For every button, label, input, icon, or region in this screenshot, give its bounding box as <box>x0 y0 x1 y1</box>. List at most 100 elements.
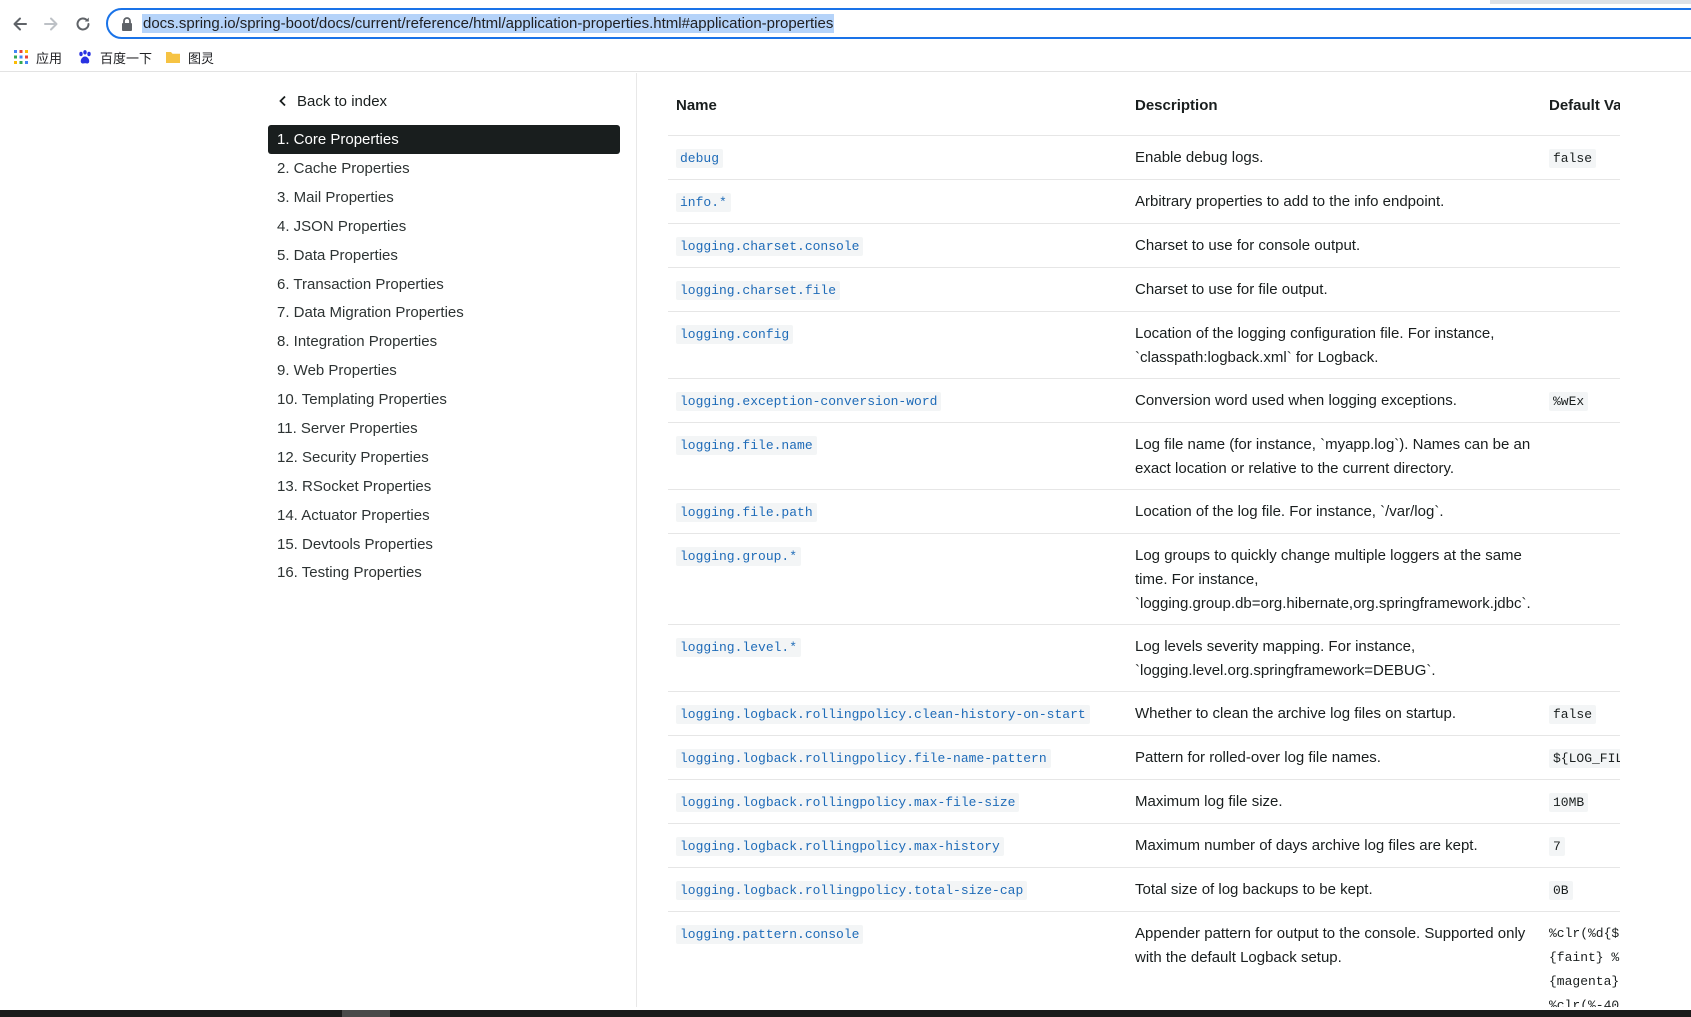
back-label: Back to index <box>297 92 388 110</box>
lock-icon <box>122 17 132 31</box>
toc-item-web[interactable]: 9. Web Properties <box>268 356 620 385</box>
property-description: Enable debug logs. <box>1127 135 1541 180</box>
docs-page: Back to index 1. Core Properties 2. Cach… <box>0 73 1691 1007</box>
sidebar: Back to index 1. Core Properties 2. Cach… <box>268 73 636 1007</box>
toc-item-transaction[interactable]: 6. Transaction Properties <box>268 270 620 299</box>
property-name-link[interactable]: logging.logback.rollingpolicy.clean-hist… <box>676 704 1090 724</box>
property-name-link[interactable]: logging.charset.console <box>676 236 864 256</box>
property-name-link[interactable]: logging.logback.rollingpolicy.max-file-s… <box>676 792 1020 812</box>
back-arrow-icon[interactable] <box>5 9 35 39</box>
property-description: Log levels severity mapping. For instanc… <box>1127 624 1541 692</box>
property-description: Pattern for rolled-over log file names. <box>1127 735 1541 780</box>
property-name-link[interactable]: logging.logback.rollingpolicy.total-size… <box>676 880 1028 900</box>
property-default-cell <box>1541 624 1620 692</box>
bookmark-label: 图灵 <box>188 50 215 66</box>
property-name-cell: logging.logback.rollingpolicy.clean-hist… <box>668 691 1127 736</box>
property-name-link[interactable]: logging.config <box>676 324 794 344</box>
toc-item-cache[interactable]: 2. Cache Properties <box>268 154 620 183</box>
bookmarks-bar: 应用 百度一下 图灵 <box>0 42 1691 72</box>
property-default-cell <box>1541 422 1620 490</box>
url-text[interactable]: docs.spring.io/spring-boot/docs/current/… <box>142 14 835 33</box>
table-row: logging.pattern.console Appender pattern … <box>668 911 1620 1007</box>
toc-item-actuator[interactable]: 14. Actuator Properties <box>268 501 620 530</box>
property-name-link[interactable]: logging.logback.rollingpolicy.file-name-… <box>676 748 1051 768</box>
baidu-paw-icon <box>79 50 91 64</box>
bookmark-tuling[interactable]: 图灵 <box>165 47 214 67</box>
toc-item-devtools[interactable]: 15. Devtools Properties <box>268 530 620 559</box>
address-bar[interactable]: docs.spring.io/spring-boot/docs/current/… <box>106 8 1691 39</box>
toc-item-security[interactable]: 12. Security Properties <box>268 443 620 472</box>
property-description: Charset to use for console output. <box>1127 223 1541 268</box>
table-row: logging.file.path Location of the log fil… <box>668 489 1620 534</box>
properties-content: Name Description Default Va debug Enable … <box>668 73 1620 1007</box>
property-name-link[interactable]: logging.file.name <box>676 435 817 455</box>
toc-item-server[interactable]: 11. Server Properties <box>268 414 620 443</box>
property-name-link[interactable]: logging.level.* <box>676 637 802 657</box>
property-name-link[interactable]: logging.group.* <box>676 546 802 566</box>
property-default-cell <box>1541 223 1620 268</box>
bookmark-label: 应用 <box>36 50 63 66</box>
property-name-cell: logging.config <box>668 311 1127 379</box>
back-to-index-link[interactable]: Back to index <box>278 91 387 111</box>
property-default-cell: 10MB <box>1541 779 1620 824</box>
property-name-cell: logging.logback.rollingpolicy.max-file-s… <box>668 779 1127 824</box>
table-row: logging.config Location of the logging co… <box>668 311 1620 379</box>
property-default-line: %clr(%-40 <box>1549 997 1620 1008</box>
toc-item-mail[interactable]: 3. Mail Properties <box>268 183 620 212</box>
toc-item-rsocket[interactable]: 13. RSocket Properties <box>268 472 620 501</box>
property-name-link[interactable]: logging.charset.file <box>676 280 841 300</box>
scrollbar-thumb[interactable] <box>342 1010 390 1017</box>
property-default-cell <box>1541 179 1620 224</box>
property-name-cell: info.* <box>668 179 1127 224</box>
header-description: Description <box>1127 73 1541 136</box>
apps-grid-icon <box>14 50 28 64</box>
table-row: logging.file.name Log file name (for inst… <box>668 422 1620 490</box>
property-name-link[interactable]: logging.pattern.console <box>676 924 864 944</box>
forward-arrow-icon[interactable] <box>36 9 66 39</box>
property-name-cell: logging.group.* <box>668 533 1127 625</box>
property-default-line: %clr(%d{$ <box>1549 925 1620 941</box>
property-default-value: 10MB <box>1549 792 1589 812</box>
property-default-cell <box>1541 533 1620 625</box>
horizontal-scrollbar[interactable] <box>0 1010 1691 1017</box>
property-name-cell: debug <box>668 135 1127 180</box>
property-description: Log groups to quickly change multiple lo… <box>1127 533 1541 625</box>
property-name-link[interactable]: logging.logback.rollingpolicy.max-histor… <box>676 836 1004 856</box>
bookmark-label: 百度一下 <box>100 50 153 66</box>
property-name-cell: logging.level.* <box>668 624 1127 692</box>
property-default-cell <box>1541 311 1620 379</box>
property-description: Log file name (for instance, `myapp.log`… <box>1127 422 1541 490</box>
toc-item-integration[interactable]: 8. Integration Properties <box>268 327 620 356</box>
property-description: Location of the log file. For instance, … <box>1127 489 1541 534</box>
property-default-cell: %wEx <box>1541 378 1620 423</box>
property-default-cell: ${LOG_FIL <box>1541 735 1620 780</box>
property-name-link[interactable]: debug <box>676 148 724 168</box>
toc-list: 1. Core Properties 2. Cache Properties 3… <box>268 125 620 587</box>
property-default-cell: %clr(%d{${faint} %{magenta}%clr(%-40%m%n… <box>1541 911 1620 1007</box>
property-name-cell: logging.exception-conversion-word <box>668 378 1127 423</box>
bookmark-apps[interactable]: 应用 <box>13 47 62 67</box>
toc-item-json[interactable]: 4. JSON Properties <box>268 212 620 241</box>
property-name-link[interactable]: logging.file.path <box>676 502 817 522</box>
table-row: logging.logback.rollingpolicy.file-name-… <box>668 735 1620 780</box>
property-default-value: ${LOG_FIL <box>1549 748 1620 768</box>
property-name-link[interactable]: logging.exception-conversion-word <box>676 391 942 411</box>
reload-icon[interactable] <box>68 9 98 39</box>
bookmark-baidu[interactable]: 百度一下 <box>77 47 152 67</box>
property-name-link[interactable]: info.* <box>676 192 731 212</box>
property-name-cell: logging.file.name <box>668 422 1127 490</box>
toc-item-templating[interactable]: 10. Templating Properties <box>268 385 620 414</box>
property-name-cell: logging.charset.file <box>668 267 1127 312</box>
table-row: info.* Arbitrary properties to add to the… <box>668 179 1620 224</box>
toc-item-data[interactable]: 5. Data Properties <box>268 241 620 270</box>
chevron-left-icon <box>279 95 286 107</box>
property-description: Maximum log file size. <box>1127 779 1541 824</box>
toc-item-data-migration[interactable]: 7. Data Migration Properties <box>268 298 620 327</box>
table-row: logging.logback.rollingpolicy.max-file-s… <box>668 779 1620 824</box>
property-default-cell <box>1541 489 1620 534</box>
table-row: logging.logback.rollingpolicy.max-histor… <box>668 823 1620 868</box>
property-default-value: 0B <box>1549 880 1573 900</box>
toc-item-testing[interactable]: 16. Testing Properties <box>268 558 620 587</box>
table-row: logging.charset.console Charset to use fo… <box>668 223 1620 268</box>
toc-item-core[interactable]: 1. Core Properties <box>268 125 620 154</box>
